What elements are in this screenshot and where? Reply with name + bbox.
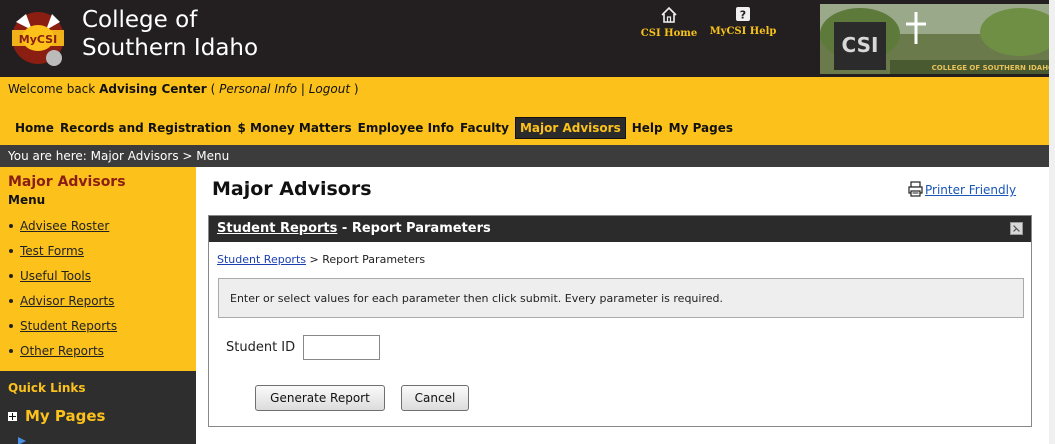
report-parameters-panel: Student Reports - Report Parameters Stud… (208, 215, 1032, 427)
welcome-separator: | (300, 82, 305, 96)
printer-friendly-label[interactable]: Printer Friendly (925, 183, 1016, 197)
bullet-icon (9, 273, 13, 278)
logout-link[interactable]: Logout (309, 82, 350, 96)
my-pages-label: My Pages (25, 407, 106, 425)
sidebar-item-test-forms: Test Forms (8, 244, 117, 269)
printer-friendly-link[interactable]: Printer Friendly (908, 181, 1016, 197)
mycsi-logo-icon[interactable]: MyCSI (10, 8, 74, 70)
nav-item-home[interactable]: Home (15, 121, 58, 135)
sidebar-link-test-forms[interactable]: Test Forms (20, 244, 84, 258)
panel-breadcrumb-student-reports-link[interactable]: Student Reports (217, 253, 306, 266)
panel-options-icon[interactable] (1010, 222, 1023, 235)
welcome-close-paren: ) (353, 82, 359, 96)
arrow-right-icon (18, 437, 26, 444)
site-header: MyCSI College of Southern Idaho CSI Home… (0, 0, 1055, 77)
bullet-icon (9, 298, 13, 303)
breadcrumb: You are here: Major Advisors > Menu (0, 145, 1055, 167)
main-nav: Home Records and Registration $ Money Ma… (15, 116, 739, 140)
sidebar-link-useful-tools[interactable]: Useful Tools (20, 269, 91, 283)
college-name-line1: College of (82, 7, 198, 33)
my-pages-toggle[interactable]: My Pages (8, 407, 105, 425)
main-nav-bar: Home Records and Registration $ Money Ma… (0, 101, 1055, 145)
expand-plus-icon[interactable] (8, 411, 17, 421)
bullet-icon (9, 223, 13, 228)
mycsi-help-label: MyCSI Help (709, 26, 777, 37)
banner-logo: CSI (842, 33, 879, 57)
cancel-button[interactable]: Cancel (401, 385, 469, 411)
sidebar-link-advisee-roster[interactable]: Advisee Roster (20, 219, 109, 233)
nav-item-employee-info[interactable]: Employee Info (358, 121, 458, 135)
instructions-text: Enter or select values for each paramete… (230, 292, 723, 305)
svg-text:?: ? (740, 9, 746, 22)
nav-item-major-advisors[interactable]: Major Advisors (514, 117, 626, 139)
college-name-line2: Southern Idaho (82, 35, 259, 61)
sidebar-title: Major Advisors (8, 174, 126, 190)
sidebar-menu-label: Menu (8, 193, 46, 207)
student-id-label: Student ID (226, 340, 296, 355)
sidebar-item-other-reports: Other Reports (8, 344, 117, 369)
sidebar-item-advisor-reports: Advisor Reports (8, 294, 117, 319)
campus-banner-image: CSI COLLEGE OF SOUTHERN IDAHO (820, 4, 1055, 74)
sidebar-item-useful-tools: Useful Tools (8, 269, 117, 294)
panel-header: Student Reports - Report Parameters (209, 216, 1031, 242)
panel-header-title: - Report Parameters (337, 221, 491, 236)
nav-item-money-matters[interactable]: $ Money Matters (238, 121, 356, 135)
sidebar-menu-list: Advisee Roster Test Forms Useful Tools A… (8, 219, 117, 369)
sidebar-item-advisee-roster: Advisee Roster (8, 219, 117, 244)
printer-icon (908, 181, 923, 197)
window-scrollbar[interactable] (1049, 0, 1055, 444)
sidebar: Major Advisors Menu Advisee Roster Test … (0, 167, 196, 444)
sidebar-item-student-reports: Student Reports (8, 319, 117, 344)
nav-item-my-pages[interactable]: My Pages (669, 121, 737, 135)
breadcrumb-text: You are here: Major Advisors > Menu (8, 149, 230, 163)
welcome-open-paren: ( (210, 82, 216, 96)
generate-report-button[interactable]: Generate Report (255, 385, 385, 411)
welcome-bar: Welcome back Advising Center ( Personal … (0, 77, 1055, 101)
panel-breadcrumb-current: > Report Parameters (306, 253, 426, 266)
logo-text: MyCSI (19, 33, 57, 46)
sidebar-link-advisor-reports[interactable]: Advisor Reports (20, 294, 114, 308)
welcome-user: Advising Center (99, 82, 207, 96)
panel-header-student-reports-link[interactable]: Student Reports (217, 221, 337, 236)
instructions-box: Enter or select values for each paramete… (218, 278, 1024, 318)
personal-info-link[interactable]: Personal Info (219, 82, 297, 96)
mycsi-help-link[interactable]: ? MyCSI Help (702, 6, 784, 37)
bullet-icon (9, 248, 13, 253)
nav-item-faculty[interactable]: Faculty (460, 121, 513, 135)
sidebar-link-other-reports[interactable]: Other Reports (20, 344, 104, 358)
sidebar-menu-panel: Major Advisors Menu Advisee Roster Test … (0, 167, 196, 371)
header-links: CSI Home ? MyCSI Help (636, 6, 786, 66)
welcome-prefix: Welcome back (8, 82, 96, 96)
home-icon (661, 6, 677, 23)
page-title: Major Advisors (212, 178, 372, 200)
quick-links-heading: Quick Links (8, 381, 86, 395)
bullet-icon (9, 348, 13, 353)
college-name[interactable]: College of Southern Idaho (82, 6, 258, 62)
csi-home-label: CSI Home (640, 28, 698, 39)
nav-item-records-and-registration[interactable]: Records and Registration (60, 121, 236, 135)
banner-caption: COLLEGE OF SOUTHERN IDAHO (932, 64, 1054, 72)
panel-breadcrumb: Student Reports > Report Parameters (217, 253, 425, 266)
csi-home-link[interactable]: CSI Home (636, 6, 702, 39)
bullet-icon (9, 323, 13, 328)
sidebar-link-student-reports[interactable]: Student Reports (20, 319, 117, 333)
nav-item-help[interactable]: Help (632, 121, 667, 135)
help-icon: ? (736, 7, 750, 22)
student-id-input[interactable] (303, 335, 380, 360)
